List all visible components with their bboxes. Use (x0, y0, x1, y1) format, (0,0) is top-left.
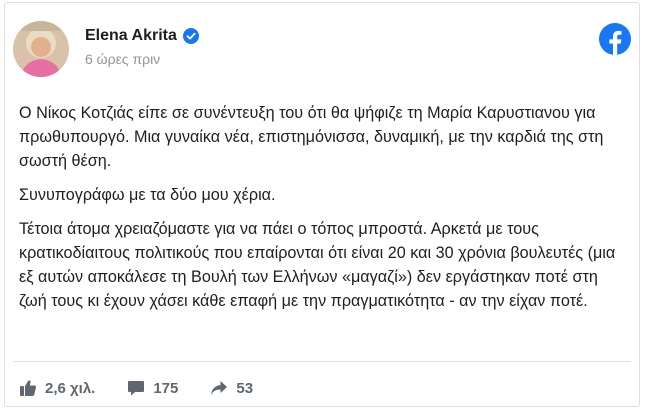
shares-count: 53 (236, 379, 254, 397)
verified-badge-icon (182, 28, 199, 44)
avatar[interactable] (13, 21, 69, 77)
likes-stat[interactable]: 2,6 χιλ. (19, 379, 95, 397)
thumbs-up-icon (20, 380, 37, 396)
post-timestamp[interactable]: 6 ώρες πριν (85, 51, 160, 67)
comment-icon (128, 381, 145, 396)
post-paragraph: Τέτοια άτομα χρειαζόμαστε για να πάει ο … (19, 220, 616, 310)
comments-count: 175 (153, 379, 179, 397)
author-name[interactable]: Elena Akrita (85, 27, 177, 45)
post-body: Ο Νίκος Κοτζιάς είπε σε συνέντευξη του ό… (19, 101, 623, 323)
comments-stat[interactable]: 175 (127, 379, 178, 397)
post-header: Elena Akrita 6 ώρες πριν (13, 21, 631, 77)
post-paragraph: Ο Νίκος Κοτζιάς είπε σε συνέντευξη του ό… (19, 104, 604, 170)
post-paragraph: Συνυπογράφω με τα δύο μου χέρια. (19, 186, 276, 204)
share-arrow-icon (211, 381, 228, 395)
footer-divider (13, 361, 631, 362)
facebook-logo-icon[interactable] (599, 23, 631, 55)
author-name-row: Elena Akrita (85, 27, 199, 45)
post-footer: 2,6 χιλ. 175 53 (19, 376, 285, 400)
likes-count: 2,6 χιλ. (45, 379, 96, 397)
shares-stat[interactable]: 53 (210, 379, 253, 397)
facebook-post-card: Elena Akrita 6 ώρες πριν Ο Νίκος Κοτζιάς… (4, 2, 640, 407)
